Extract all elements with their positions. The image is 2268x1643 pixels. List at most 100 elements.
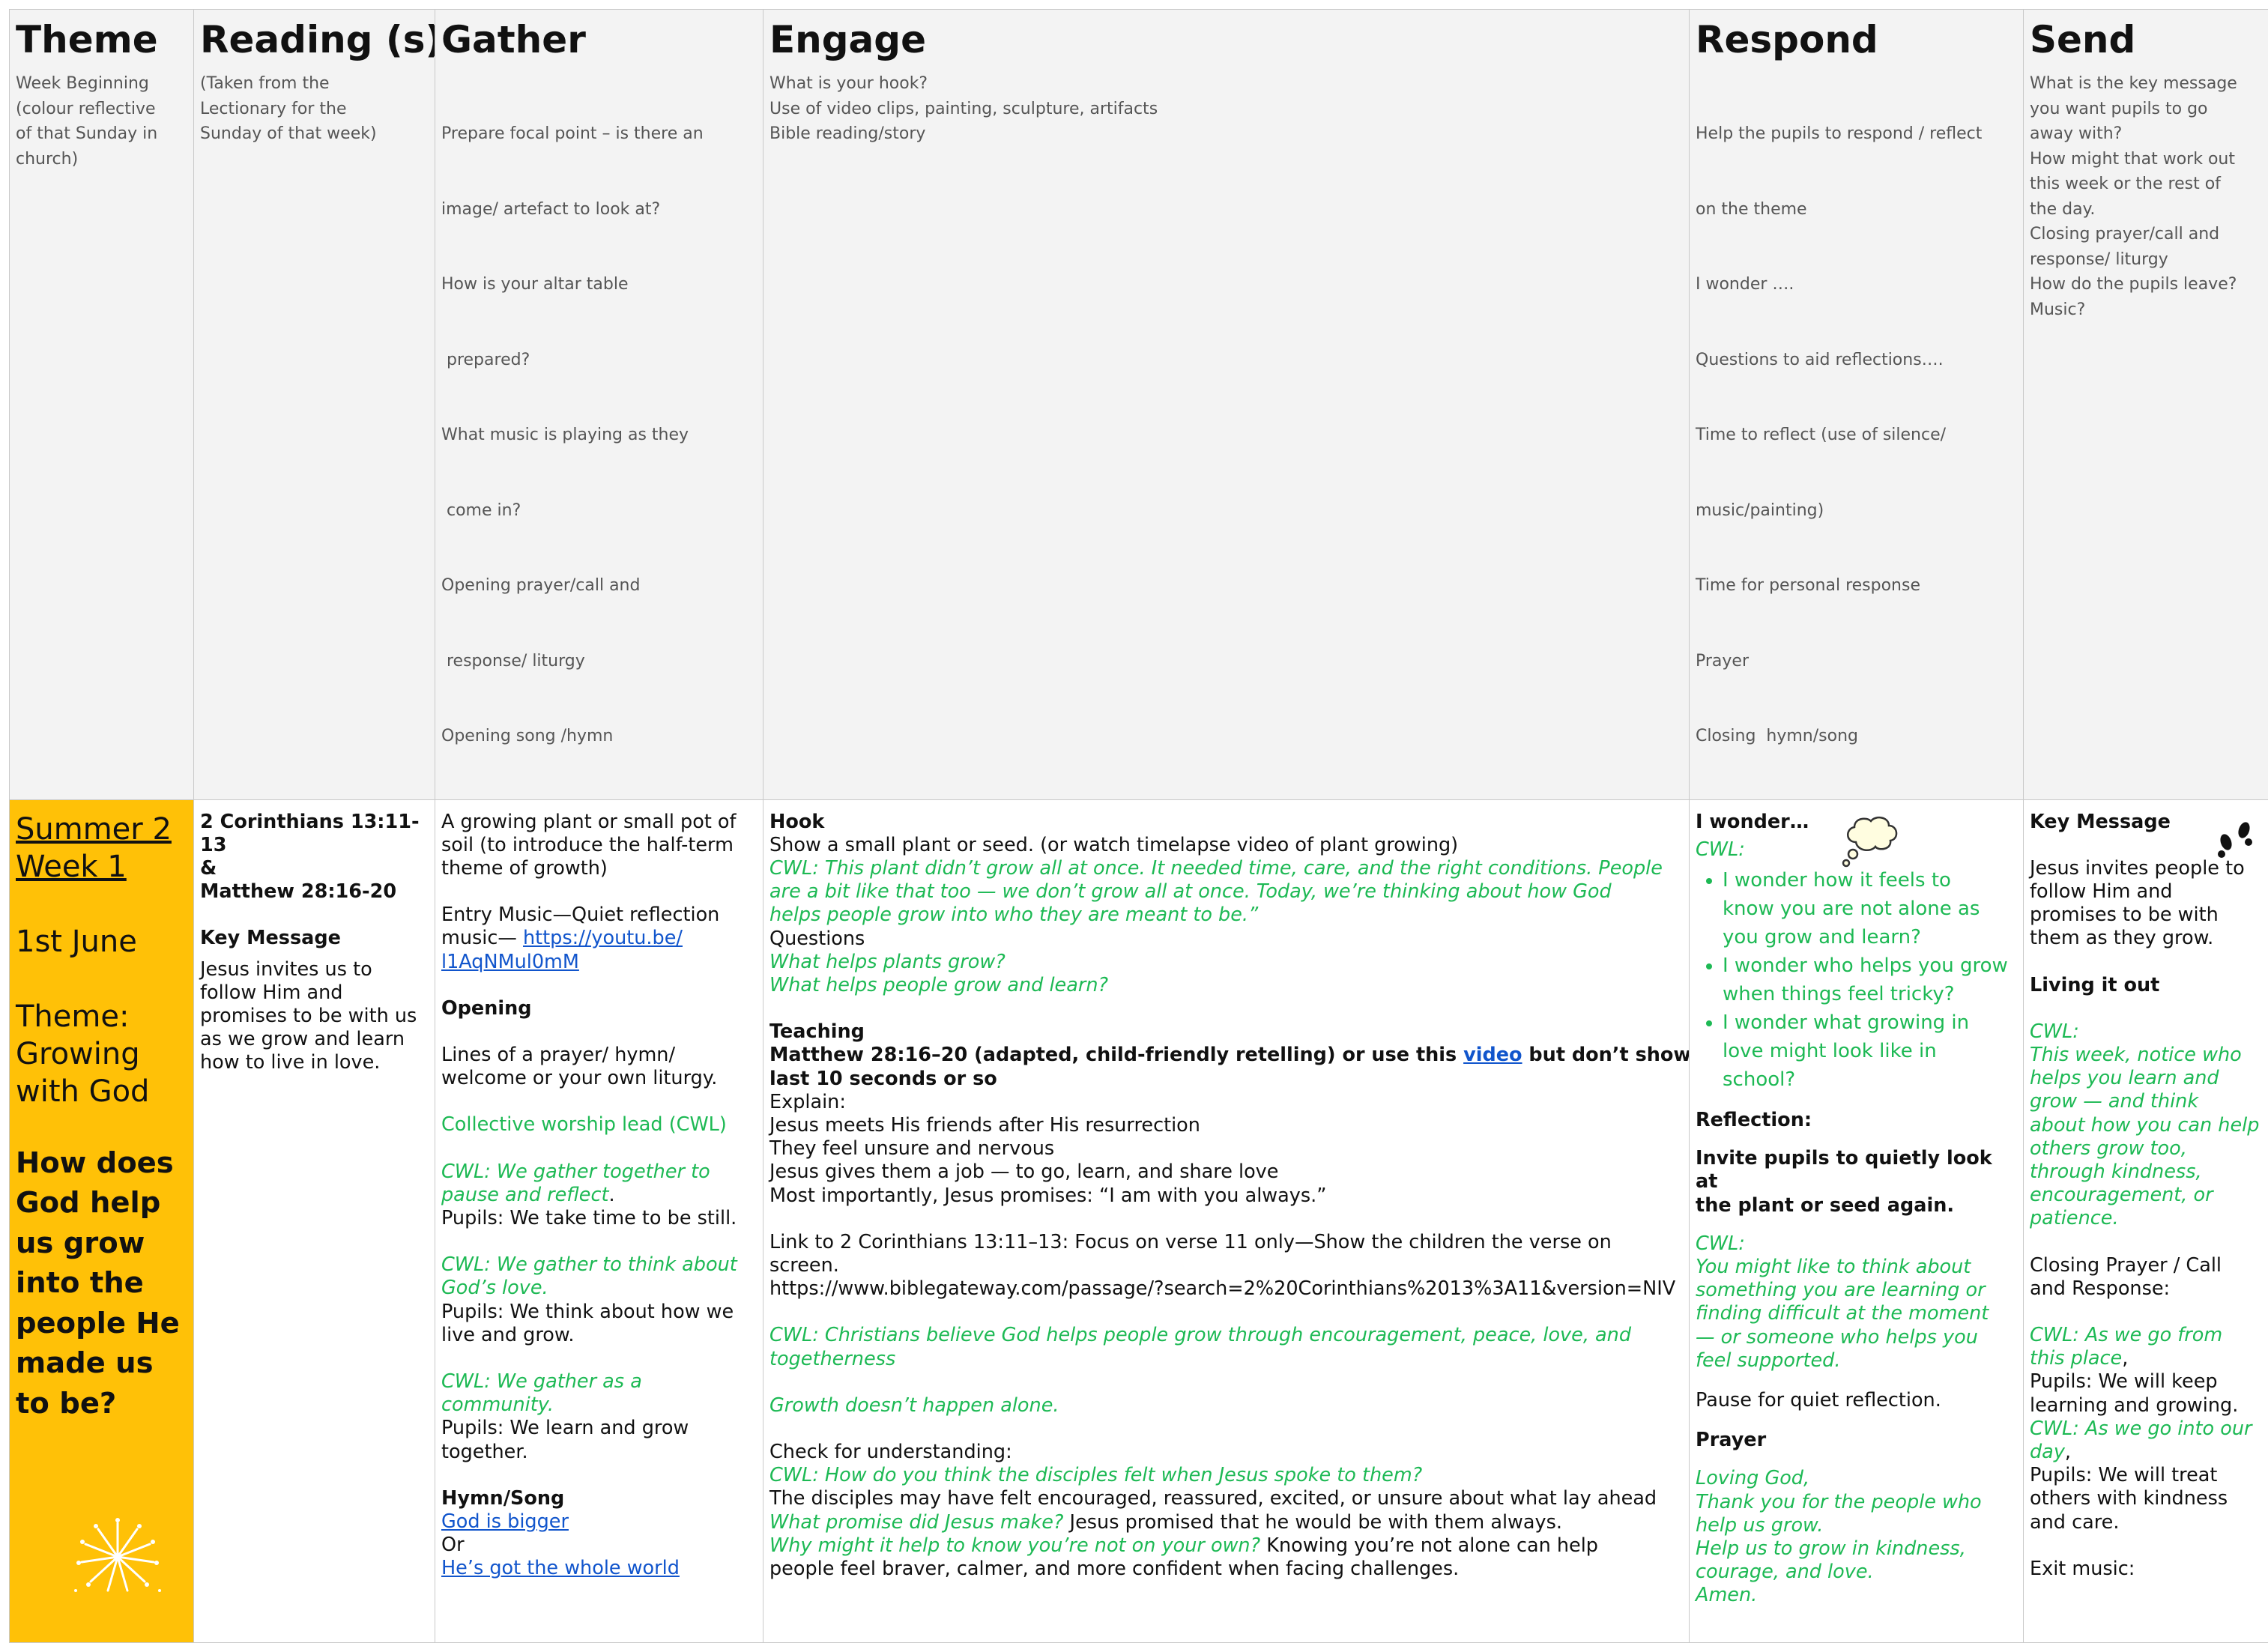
question-line: made us xyxy=(16,1343,187,1384)
cwl-line: God’s love. xyxy=(441,1277,757,1300)
or-label: Or xyxy=(441,1534,757,1557)
reading-ref-2: Matthew 28:16-20 xyxy=(200,880,429,904)
guidance-line: Week Beginning xyxy=(16,71,187,97)
cwl-line: CWL: We gather to think about xyxy=(441,1253,757,1277)
pupils-response: Pupils: We think about how we xyxy=(441,1301,757,1324)
song-link-whole-world[interactable]: He’s got the whole world xyxy=(441,1557,680,1579)
song-link-god-is-bigger[interactable]: God is bigger xyxy=(441,1510,569,1533)
guidance-line: Music? xyxy=(2030,297,2262,323)
guidance-line: Bible reading/story xyxy=(769,121,1683,147)
answer-line: Knowing you’re not alone can help xyxy=(1260,1534,1598,1557)
header-theme[interactable]: Theme Week Beginning (colour reflective … xyxy=(10,10,194,800)
theme-content: Summer 2 Week 1 1st June Theme: Growing … xyxy=(16,811,187,1110)
key-message-line: Jesus invites us to xyxy=(200,958,429,981)
pupils-response: Pupils: We take time to be still. xyxy=(441,1207,757,1230)
engage-content: Hook Show a small plant or seed. (or wat… xyxy=(769,811,1683,1582)
answer-line: Jesus promised that he would be with the… xyxy=(1063,1511,1562,1534)
question-line: What helps people grow and learn? xyxy=(769,974,1683,997)
prayer-heading: Prayer xyxy=(1696,1429,2017,1452)
guidance-line: Opening song /hymn xyxy=(441,724,757,749)
cwl-lead-label: Collective worship lead (CWL) xyxy=(441,1113,757,1137)
opening-line: Lines of a prayer/ hymn/ xyxy=(441,1044,757,1067)
cwl-line: — or someone who helps you xyxy=(1696,1326,2017,1349)
guidance-line: (colour reflective xyxy=(16,97,187,122)
pupils-response: others with kindness xyxy=(2030,1487,2262,1510)
respond-content: I wonder… CWL: I wonder how it feels tok… xyxy=(1696,811,2017,1608)
cwl-line: CWL: xyxy=(1696,1232,2017,1256)
guidance-line: response/ liturgy xyxy=(2030,247,2262,273)
answer-line: people feel braver, calmer, and more con… xyxy=(769,1558,1683,1581)
cwl-line: You might like to think about xyxy=(1696,1256,2017,1279)
guidance-line: Use of video clips, painting, sculpture,… xyxy=(769,97,1683,122)
music-link[interactable]: https://youtu.be/ xyxy=(523,927,683,949)
respond-cell[interactable]: I wonder… CWL: I wonder how it feels tok… xyxy=(1690,799,2024,1642)
guidance-line: (Taken from the xyxy=(200,71,429,97)
planning-sheet: Theme Week Beginning (colour reflective … xyxy=(9,9,2268,1182)
engage-guidance: What is your hook? Use of video clips, p… xyxy=(769,71,1683,147)
teaching-text: last 10 seconds or so xyxy=(769,1068,1683,1091)
header-gather[interactable]: Gather Prepare focal point – is there an… xyxy=(435,10,763,800)
prayer-line: Help us to grow in kindness, xyxy=(1696,1537,2017,1561)
header-engage[interactable]: Engage What is your hook? Use of video c… xyxy=(763,10,1690,800)
gather-cell[interactable]: A growing plant or small pot of soil (to… xyxy=(435,799,763,1642)
cwl-line: CWL: Christians believe God helps people… xyxy=(769,1324,1683,1347)
theme-cell[interactable]: Summer 2 Week 1 1st June Theme: Growing … xyxy=(10,799,194,1642)
list-item: I wonder who helps you growwhen things f… xyxy=(1723,951,2017,1008)
explain-line: They feel unsure and nervous xyxy=(769,1137,1683,1161)
header-send[interactable]: Send What is the key message you want pu… xyxy=(2024,10,2268,800)
guidance-line: image/ artefact to look at? xyxy=(441,197,757,223)
gather-intro-line: soil (to introduce the half-term xyxy=(441,834,757,857)
key-message-line: how to live in love. xyxy=(200,1051,429,1074)
question-line: to be? xyxy=(16,1384,187,1424)
guidance-line: on the theme xyxy=(1696,197,2017,223)
theme-question: How does God help us grow into the peopl… xyxy=(16,1143,187,1424)
fireworks-icon xyxy=(71,1516,164,1598)
punctuation: . xyxy=(609,1184,615,1206)
cwl-line: encouragement, or xyxy=(2030,1184,2262,1207)
reading-ampersand: & xyxy=(200,857,429,880)
music-link-continued[interactable]: l1AqNMul0mM xyxy=(441,951,579,973)
prayer-line: courage, and love. xyxy=(1696,1561,2017,1584)
week-date: 1st June xyxy=(16,923,187,960)
guidance-line: Prepare focal point – is there an xyxy=(441,121,757,147)
pupils-response: and care. xyxy=(2030,1511,2262,1534)
cwl-line: patience. xyxy=(2030,1207,2262,1230)
growth-line: Growth doesn’t happen alone. xyxy=(769,1394,1683,1417)
engage-cell[interactable]: Hook Show a small plant or seed. (or wat… xyxy=(763,799,1690,1642)
guidance-line: response/ liturgy xyxy=(441,649,757,674)
cwl-line: about how you can help xyxy=(2030,1114,2262,1137)
guidance-line: Opening prayer/call and xyxy=(441,573,757,599)
reading-cell[interactable]: 2 Corinthians 13:11-13 & Matthew 28:16-2… xyxy=(194,799,435,1642)
punctuation: , xyxy=(2122,1347,2128,1370)
send-cell[interactable]: Key Message Jesus invites people to foll… xyxy=(2024,799,2268,1642)
column-title-send: Send xyxy=(2030,17,2262,62)
hook-text: Show a small plant or seed. (or watch ti… xyxy=(769,834,1683,857)
reading-guidance: (Taken from the Lectionary for the Sunda… xyxy=(200,71,429,147)
week-label: Summer 2 xyxy=(16,811,187,848)
header-reading[interactable]: Reading (s) (Taken from the Lectionary f… xyxy=(194,10,435,800)
guidance-line: Closing prayer/call and xyxy=(2030,222,2262,247)
explain-line: Most importantly, Jesus promises: “I am … xyxy=(769,1184,1683,1208)
living-heading: Living it out xyxy=(2030,974,2262,997)
video-link[interactable]: video xyxy=(1463,1044,1522,1066)
theme-guidance: Week Beginning (colour reflective of tha… xyxy=(16,71,187,172)
pupils-response: Pupils: We will keep xyxy=(2030,1370,2262,1394)
key-message-line: follow Him and xyxy=(2030,880,2262,904)
cwl-line: something you are learning or xyxy=(1696,1279,2017,1302)
cwl-line: through kindness, xyxy=(2030,1161,2262,1184)
reflection-heading: Reflection: xyxy=(1696,1109,2017,1132)
guidance-line: prepared? xyxy=(441,348,757,373)
explain-line: Jesus gives them a job — to go, learn, a… xyxy=(769,1161,1683,1184)
cwl-line: community. xyxy=(441,1394,757,1417)
invite-line: the plant or seed again. xyxy=(1696,1194,2017,1217)
header-respond[interactable]: Respond Help the pupils to respond / ref… xyxy=(1690,10,2024,800)
teaching-text: but don’t show the xyxy=(1522,1044,1690,1066)
cwl-line: feel supported. xyxy=(1696,1349,2017,1373)
biblegateway-url[interactable]: https://www.biblegateway.com/passage/?se… xyxy=(769,1277,1683,1301)
guidance-line: I wonder …. xyxy=(1696,272,2017,297)
pause-line: Pause for quiet reflection. xyxy=(1696,1389,2017,1412)
guidance-line: What music is playing as they xyxy=(441,423,757,448)
prayer-line: Loving God, xyxy=(1696,1467,2017,1490)
opening-heading: Opening xyxy=(441,997,757,1020)
question-line: into the xyxy=(16,1263,187,1304)
